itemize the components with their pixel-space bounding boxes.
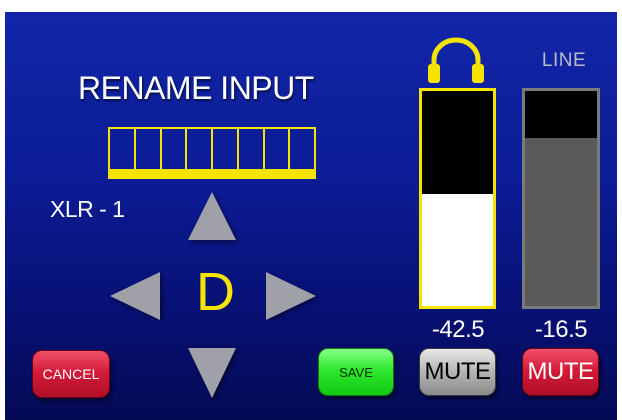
line-meter-empty bbox=[525, 91, 597, 138]
headphone-mute-button[interactable]: MUTE bbox=[419, 348, 496, 396]
name-character-slots[interactable] bbox=[108, 127, 316, 179]
char-slot[interactable] bbox=[185, 127, 211, 179]
line-mute-button[interactable]: MUTE bbox=[522, 348, 599, 396]
char-slot[interactable] bbox=[211, 127, 237, 179]
char-slot[interactable] bbox=[236, 127, 263, 179]
char-slot[interactable] bbox=[159, 127, 186, 179]
headphone-level-value: -42.5 bbox=[431, 316, 485, 343]
char-slot[interactable] bbox=[262, 127, 289, 179]
arrow-down-icon[interactable] bbox=[188, 348, 236, 398]
arrow-left-icon[interactable] bbox=[110, 272, 160, 320]
line-level-meter bbox=[522, 88, 600, 309]
save-button[interactable]: SAVE bbox=[318, 348, 394, 396]
current-character: D bbox=[196, 262, 235, 322]
line-level-value: -16.5 bbox=[534, 316, 588, 343]
arrow-right-icon[interactable] bbox=[266, 272, 316, 320]
char-slot[interactable] bbox=[108, 127, 134, 179]
arrow-up-icon[interactable] bbox=[188, 192, 236, 240]
headphones-icon bbox=[428, 37, 484, 83]
headphone-meter-empty bbox=[422, 91, 493, 194]
char-slot[interactable] bbox=[133, 127, 160, 179]
page-title: RENAME INPUT bbox=[78, 70, 314, 106]
headphone-level-meter bbox=[419, 88, 496, 309]
line-meter-fill bbox=[525, 138, 597, 306]
char-slot[interactable] bbox=[288, 127, 316, 179]
rename-input-screen: RENAME INPUT XLR - 1 D CANCEL SAVE LINE … bbox=[0, 0, 622, 420]
line-label: LINE bbox=[541, 50, 587, 71]
headphone-meter-fill bbox=[422, 194, 493, 306]
cancel-button[interactable]: CANCEL bbox=[32, 350, 110, 398]
input-name-label: XLR - 1 bbox=[50, 196, 125, 222]
